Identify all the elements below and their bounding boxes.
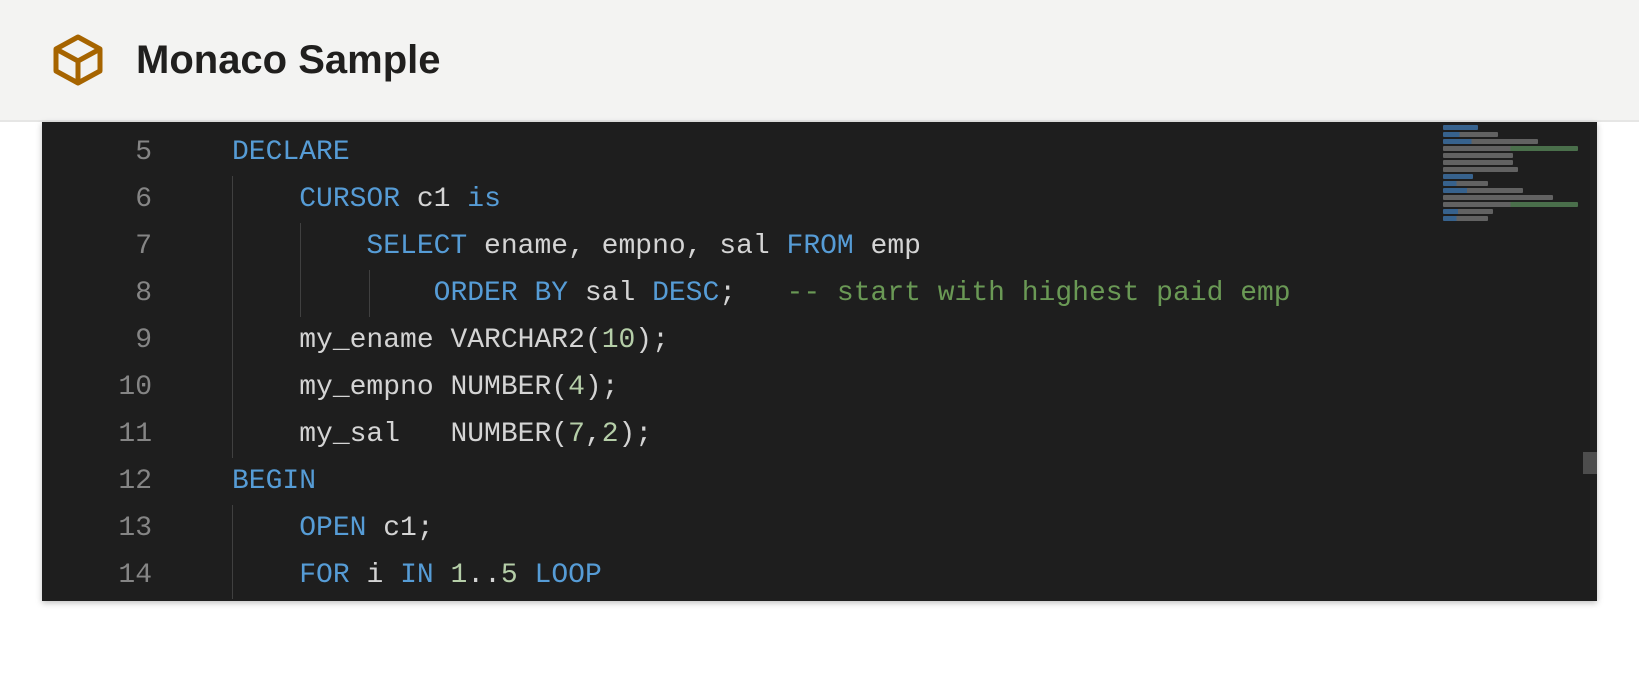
token-num: 7 bbox=[568, 419, 585, 450]
line-number: 5 bbox=[42, 129, 180, 176]
code-line[interactable]: my_empno NUMBER(4); bbox=[180, 364, 1597, 411]
token-kw: DESC bbox=[652, 278, 719, 309]
code-editor[interactable]: 567891011121314 DECLARE CURSOR c1 is SEL… bbox=[42, 122, 1597, 601]
token-num: 2 bbox=[602, 419, 619, 450]
app-header: Monaco Sample bbox=[0, 0, 1639, 122]
line-number: 7 bbox=[42, 223, 180, 270]
code-line[interactable]: SELECT ename, empno, sal FROM emp bbox=[180, 223, 1597, 270]
token-pl: ename, empno, sal bbox=[467, 231, 786, 262]
logo-icon bbox=[50, 32, 106, 88]
token-kw: DECLARE bbox=[232, 137, 350, 168]
line-number-gutter: 567891011121314 bbox=[42, 122, 180, 601]
token-kw: ORDER BY bbox=[434, 278, 568, 309]
code-line[interactable]: FOR i IN 1..5 LOOP bbox=[180, 552, 1597, 599]
token-pl: ( bbox=[551, 419, 568, 450]
line-number: 8 bbox=[42, 270, 180, 317]
scroll-thumb[interactable] bbox=[1583, 452, 1597, 474]
code-line[interactable]: my_ename VARCHAR2(10); bbox=[180, 317, 1597, 364]
token-pl: NUMBER bbox=[450, 419, 551, 450]
code-line[interactable]: OPEN c1; bbox=[180, 505, 1597, 552]
editor-container: 567891011121314 DECLARE CURSOR c1 is SEL… bbox=[0, 122, 1639, 695]
token-kw: CURSOR bbox=[299, 184, 400, 215]
token-num: 5 bbox=[501, 560, 518, 591]
token-num: 4 bbox=[568, 372, 585, 403]
token-pl: .. bbox=[467, 560, 501, 591]
token-pl: my_empno bbox=[299, 372, 450, 403]
line-number: 9 bbox=[42, 317, 180, 364]
token-pl bbox=[434, 560, 451, 591]
token-pl: emp bbox=[854, 231, 921, 262]
page-title: Monaco Sample bbox=[136, 38, 441, 83]
token-pl: , bbox=[585, 419, 602, 450]
token-pl: c1 bbox=[400, 184, 467, 215]
line-number: 10 bbox=[42, 364, 180, 411]
token-pl: ( bbox=[551, 372, 568, 403]
code-line[interactable]: BEGIN bbox=[180, 458, 1597, 505]
token-kw: IN bbox=[400, 560, 434, 591]
token-num: 1 bbox=[450, 560, 467, 591]
token-cmt: -- start with highest paid emp bbox=[787, 278, 1291, 309]
token-pl: sal bbox=[568, 278, 652, 309]
line-number: 13 bbox=[42, 505, 180, 552]
code-line[interactable]: ORDER BY sal DESC; -- start with highest… bbox=[180, 270, 1597, 317]
token-kw: FOR bbox=[299, 560, 349, 591]
token-pl: c1; bbox=[366, 513, 433, 544]
token-kw: SELECT bbox=[366, 231, 467, 262]
line-number: 11 bbox=[42, 411, 180, 458]
token-pl: VARCHAR2 bbox=[450, 325, 584, 356]
vertical-scrollbar[interactable] bbox=[1583, 122, 1597, 601]
token-kw: is bbox=[467, 184, 501, 215]
token-pl: ); bbox=[585, 372, 619, 403]
token-pl: i bbox=[350, 560, 400, 591]
token-pl: my_ename bbox=[299, 325, 450, 356]
token-kw: FROM bbox=[787, 231, 854, 262]
line-number: 12 bbox=[42, 458, 180, 505]
token-pl bbox=[518, 560, 535, 591]
token-pl: ; bbox=[719, 278, 786, 309]
line-number: 14 bbox=[42, 552, 180, 599]
code-line[interactable]: DECLARE bbox=[180, 129, 1597, 176]
token-kw: LOOP bbox=[535, 560, 602, 591]
line-number: 6 bbox=[42, 176, 180, 223]
token-pl: my_sal bbox=[299, 419, 450, 450]
token-pl: ); bbox=[619, 419, 653, 450]
token-kw: BEGIN bbox=[232, 466, 316, 497]
token-kw: OPEN bbox=[299, 513, 366, 544]
token-pl: ( bbox=[585, 325, 602, 356]
token-pl: NUMBER bbox=[450, 372, 551, 403]
code-content[interactable]: DECLARE CURSOR c1 is SELECT ename, empno… bbox=[180, 122, 1597, 601]
code-line[interactable]: CURSOR c1 is bbox=[180, 176, 1597, 223]
token-pl: ); bbox=[635, 325, 669, 356]
token-num: 10 bbox=[602, 325, 636, 356]
code-line[interactable]: my_sal NUMBER(7,2); bbox=[180, 411, 1597, 458]
